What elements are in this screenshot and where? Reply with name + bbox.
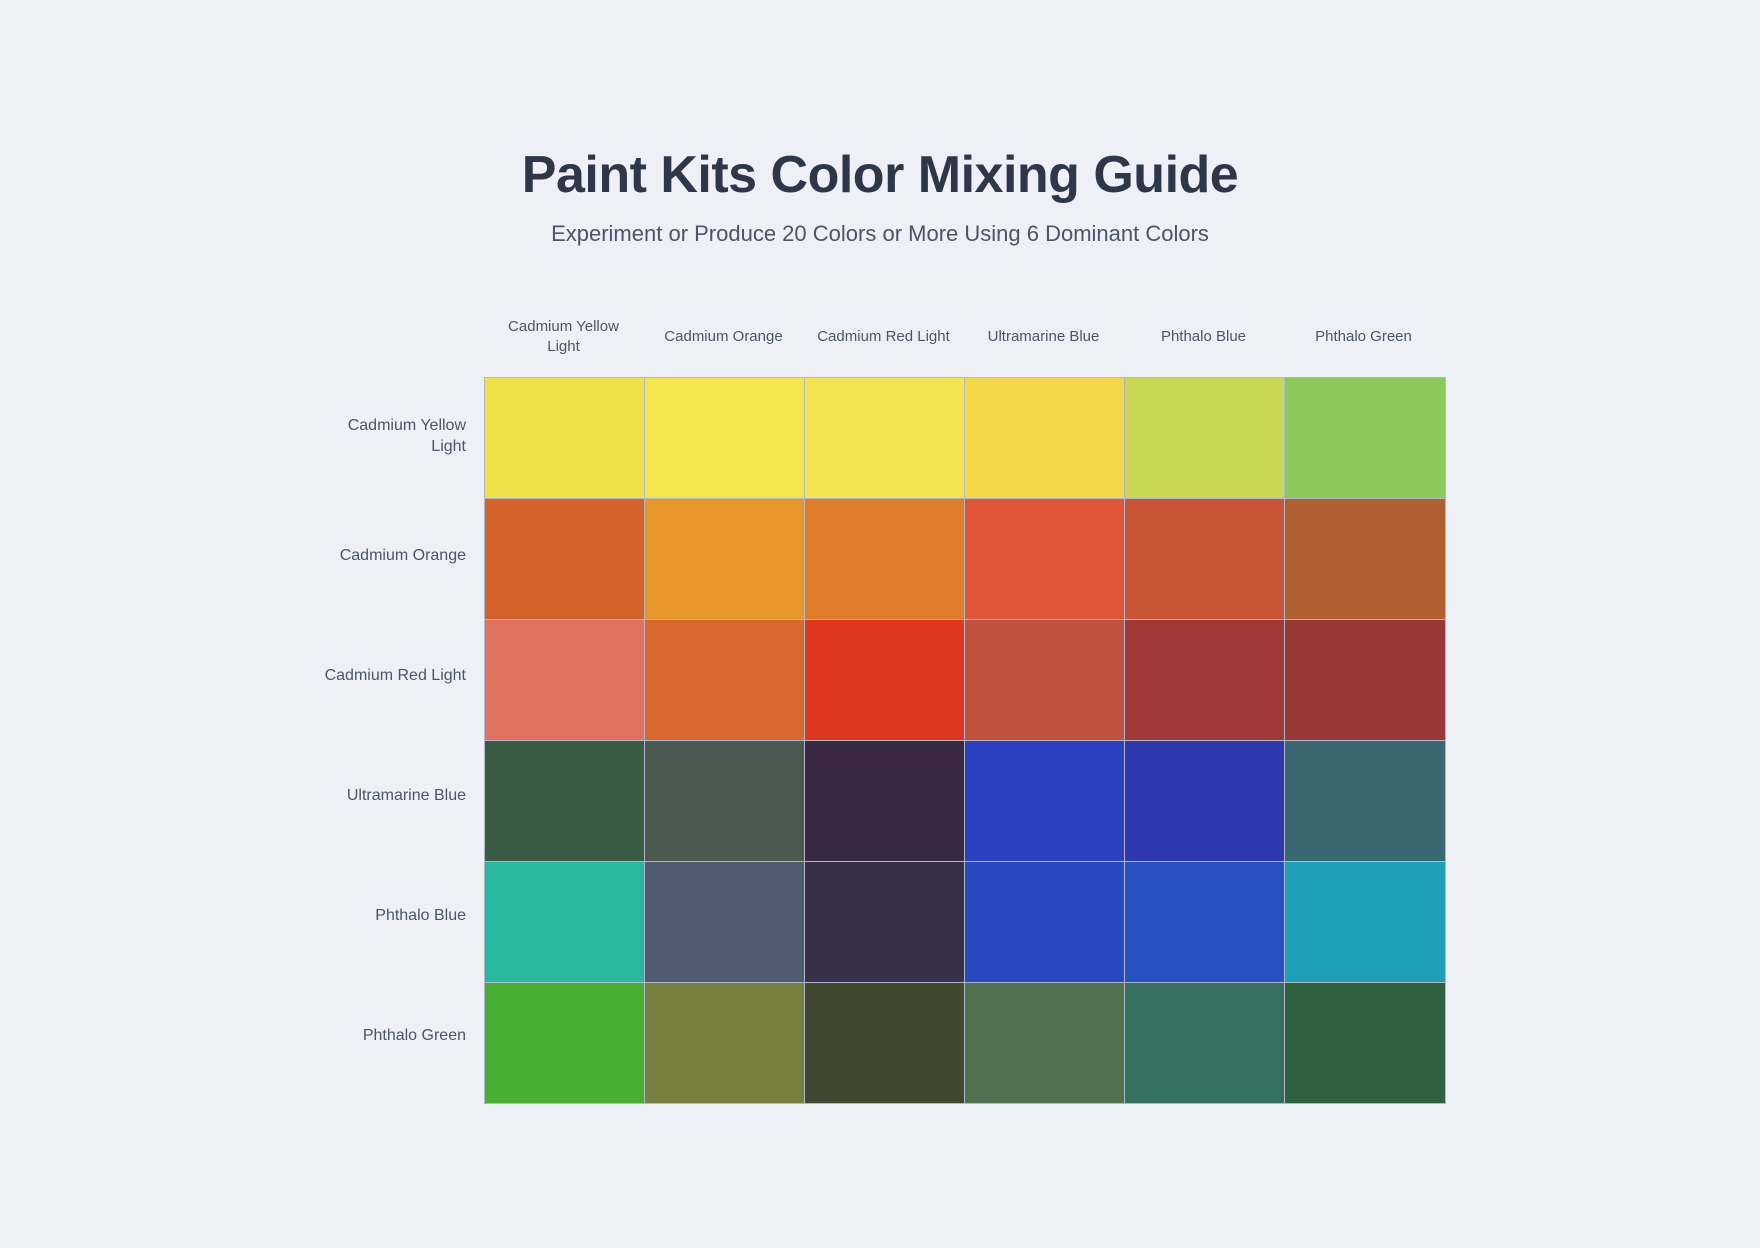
col-header-2: Cadmium Red Light xyxy=(804,297,964,377)
row-label-1: Cadmium Orange xyxy=(314,497,484,617)
color-cell-5-1 xyxy=(645,983,805,1103)
color-cell-4-4 xyxy=(1125,862,1285,982)
color-cell-4-0 xyxy=(485,862,645,982)
color-cell-3-5 xyxy=(1285,741,1445,861)
color-cell-3-2 xyxy=(805,741,965,861)
color-cell-3-4 xyxy=(1125,741,1285,861)
subtitle: Experiment or Produce 20 Colors or More … xyxy=(230,221,1530,247)
row-label-0: Cadmium Yellow Light xyxy=(314,377,484,497)
row-label-2: Cadmium Red Light xyxy=(314,617,484,737)
color-cell-2-0 xyxy=(485,620,645,740)
color-cell-1-0 xyxy=(485,499,645,619)
row-label-4: Phthalo Blue xyxy=(314,857,484,977)
color-cell-3-1 xyxy=(645,741,805,861)
col-header-0: Cadmium Yellow Light xyxy=(484,297,644,377)
color-cell-2-5 xyxy=(1285,620,1445,740)
color-cell-0-3 xyxy=(965,378,1125,498)
color-cell-5-2 xyxy=(805,983,965,1103)
row-label-3: Ultramarine Blue xyxy=(314,737,484,857)
color-cell-1-2 xyxy=(805,499,965,619)
col-header-3: Ultramarine Blue xyxy=(964,297,1124,377)
color-cell-2-1 xyxy=(645,620,805,740)
grid-row-0 xyxy=(485,378,1445,499)
color-cell-1-4 xyxy=(1125,499,1285,619)
grid-row-3 xyxy=(485,741,1445,862)
color-cell-4-2 xyxy=(805,862,965,982)
grid-wrapper: Cadmium Yellow LightCadmium OrangeCadmiu… xyxy=(230,297,1530,1104)
color-cell-5-0 xyxy=(485,983,645,1103)
col-headers: Cadmium Yellow LightCadmium OrangeCadmiu… xyxy=(484,297,1446,377)
grid-row-4 xyxy=(485,862,1445,983)
row-labels: Cadmium Yellow LightCadmium OrangeCadmiu… xyxy=(314,297,484,1097)
color-cell-5-3 xyxy=(965,983,1125,1103)
color-cell-2-3 xyxy=(965,620,1125,740)
page-container: Paint Kits Color Mixing Guide Experiment… xyxy=(230,145,1530,1104)
color-cell-0-5 xyxy=(1285,378,1445,498)
color-cell-0-0 xyxy=(485,378,645,498)
grid-row-2 xyxy=(485,620,1445,741)
color-cell-3-3 xyxy=(965,741,1125,861)
color-cell-2-2 xyxy=(805,620,965,740)
color-cell-0-2 xyxy=(805,378,965,498)
color-cell-4-5 xyxy=(1285,862,1445,982)
row-label-5: Phthalo Green xyxy=(314,977,484,1097)
color-cell-5-4 xyxy=(1125,983,1285,1103)
col-header-4: Phthalo Blue xyxy=(1124,297,1284,377)
grid-section: Cadmium Yellow LightCadmium OrangeCadmiu… xyxy=(484,297,1446,1104)
color-grid xyxy=(484,377,1446,1104)
color-cell-4-1 xyxy=(645,862,805,982)
color-cell-1-3 xyxy=(965,499,1125,619)
color-cell-1-1 xyxy=(645,499,805,619)
col-header-1: Cadmium Orange xyxy=(644,297,804,377)
color-cell-0-1 xyxy=(645,378,805,498)
grid-row-5 xyxy=(485,983,1445,1103)
main-title: Paint Kits Color Mixing Guide xyxy=(230,145,1530,205)
color-cell-0-4 xyxy=(1125,378,1285,498)
color-cell-3-0 xyxy=(485,741,645,861)
color-cell-4-3 xyxy=(965,862,1125,982)
color-cell-2-4 xyxy=(1125,620,1285,740)
color-cell-5-5 xyxy=(1285,983,1445,1103)
grid-row-1 xyxy=(485,499,1445,620)
color-cell-1-5 xyxy=(1285,499,1445,619)
col-header-5: Phthalo Green xyxy=(1284,297,1444,377)
